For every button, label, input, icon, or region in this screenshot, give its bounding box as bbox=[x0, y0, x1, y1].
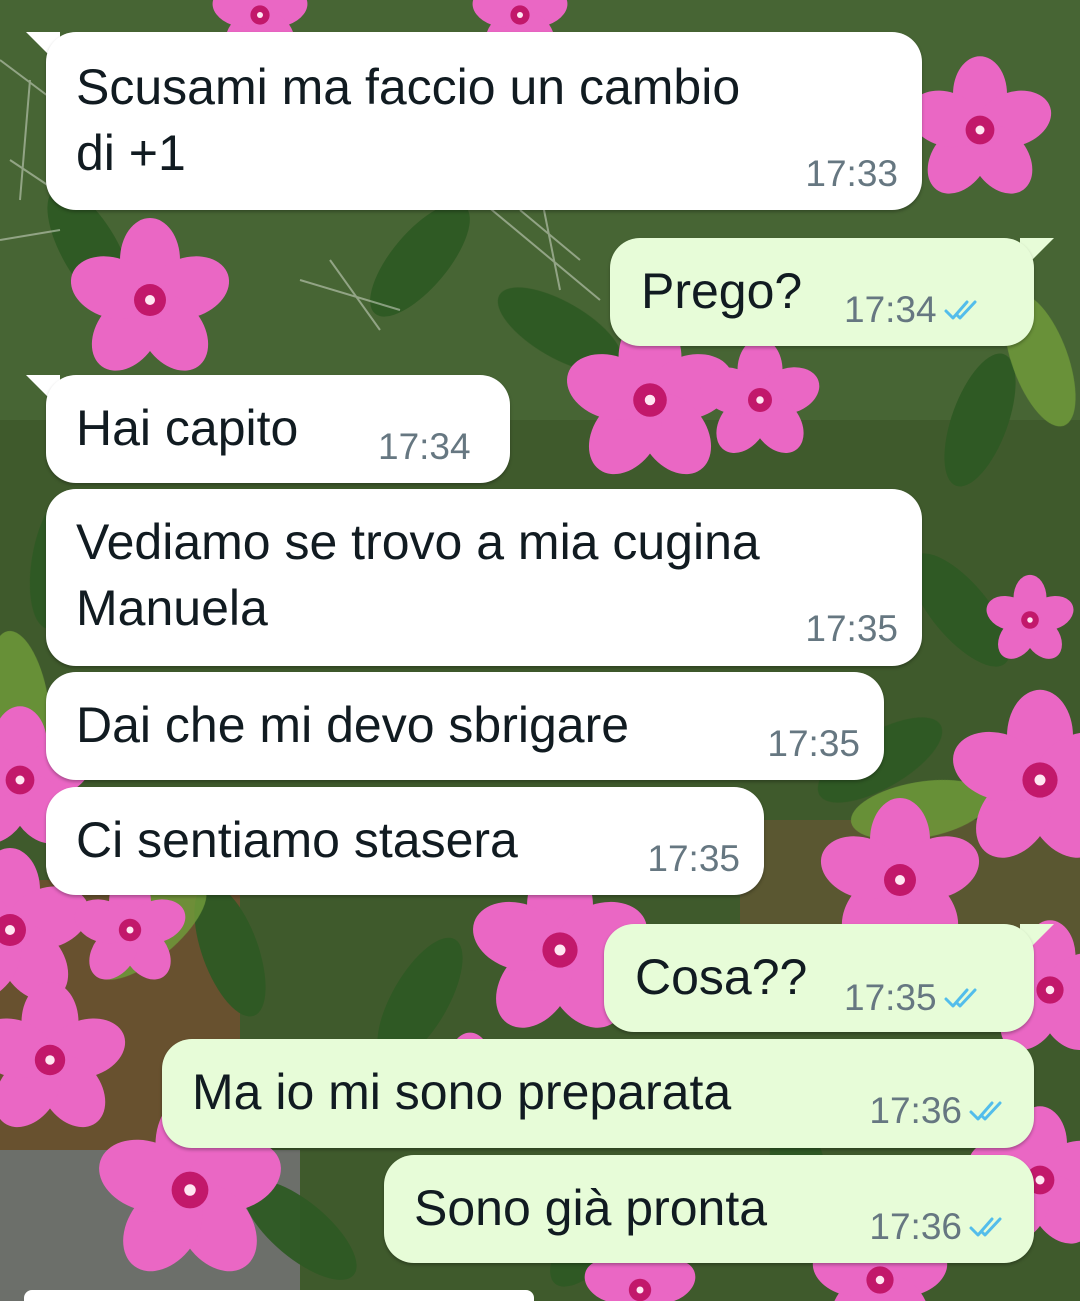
message-bubble-incoming[interactable]: Dai che mi devo sbrigare 17:35 bbox=[46, 672, 884, 780]
message-timestamp: 17:36 bbox=[869, 1207, 1010, 1247]
message-bubble-incoming[interactable]: Ci sentiamo stasera 17:35 bbox=[46, 787, 764, 895]
read-receipt-icon bbox=[944, 988, 977, 1008]
message-bubble-outgoing[interactable]: Prego? 17:34 bbox=[610, 238, 1034, 346]
message-bubble-outgoing[interactable]: Sono già pronta 17:36 bbox=[384, 1155, 1034, 1263]
message-timestamp: 17:35 bbox=[844, 978, 985, 1018]
message-timestamp: 17:36 bbox=[869, 1091, 1010, 1131]
message-timestamp: 17:34 bbox=[844, 290, 985, 330]
message-timestamp: 17:35 bbox=[647, 839, 740, 879]
read-receipt-icon bbox=[969, 1101, 1002, 1121]
timestamp-text: 17:33 bbox=[805, 153, 898, 194]
timestamp-text: 17:34 bbox=[844, 289, 937, 330]
timestamp-text: 17:36 bbox=[869, 1090, 962, 1131]
message-bubble-outgoing[interactable]: Ma io mi sono preparata 17:36 bbox=[162, 1039, 1034, 1148]
message-text: Sono già pronta bbox=[414, 1180, 768, 1236]
message-bubble-incoming[interactable]: Scusami ma faccio un cambio di +1 17:33 bbox=[46, 32, 922, 210]
message-text: Ma io mi sono preparata bbox=[192, 1064, 732, 1120]
message-bubble-incoming[interactable]: Vediamo se trovo a mia cugina Manuela 17… bbox=[46, 489, 922, 666]
timestamp-text: 17:35 bbox=[805, 608, 898, 649]
message-text: Hai capito bbox=[76, 400, 299, 456]
message-timestamp: 17:33 bbox=[805, 154, 898, 194]
message-timestamp: 17:35 bbox=[767, 724, 860, 764]
read-receipt-icon bbox=[969, 1217, 1002, 1237]
timestamp-text: 17:35 bbox=[647, 838, 740, 879]
message-text: Ci sentiamo stasera bbox=[76, 812, 518, 868]
message-timestamp: 17:34 bbox=[378, 427, 471, 467]
message-timestamp: 17:35 bbox=[805, 609, 898, 649]
message-text: Scusami ma faccio un cambio di +1 bbox=[76, 59, 741, 181]
read-receipt-icon bbox=[944, 300, 977, 320]
timestamp-text: 17:35 bbox=[844, 977, 937, 1018]
timestamp-text: 17:35 bbox=[767, 723, 860, 764]
message-bubble-incoming[interactable]: Hai capito 17:34 bbox=[46, 375, 510, 483]
message-text: Prego? bbox=[641, 263, 803, 319]
message-text: Dai che mi devo sbrigare bbox=[76, 697, 630, 753]
timestamp-text: 17:34 bbox=[378, 426, 471, 467]
message-bubble-outgoing[interactable]: Cosa?? 17:35 bbox=[604, 924, 1034, 1032]
message-text: Vediamo se trovo a mia cugina Manuela bbox=[76, 514, 760, 636]
partial-message-bubble bbox=[24, 1290, 534, 1301]
timestamp-text: 17:36 bbox=[869, 1206, 962, 1247]
message-text: Cosa?? bbox=[635, 949, 808, 1005]
